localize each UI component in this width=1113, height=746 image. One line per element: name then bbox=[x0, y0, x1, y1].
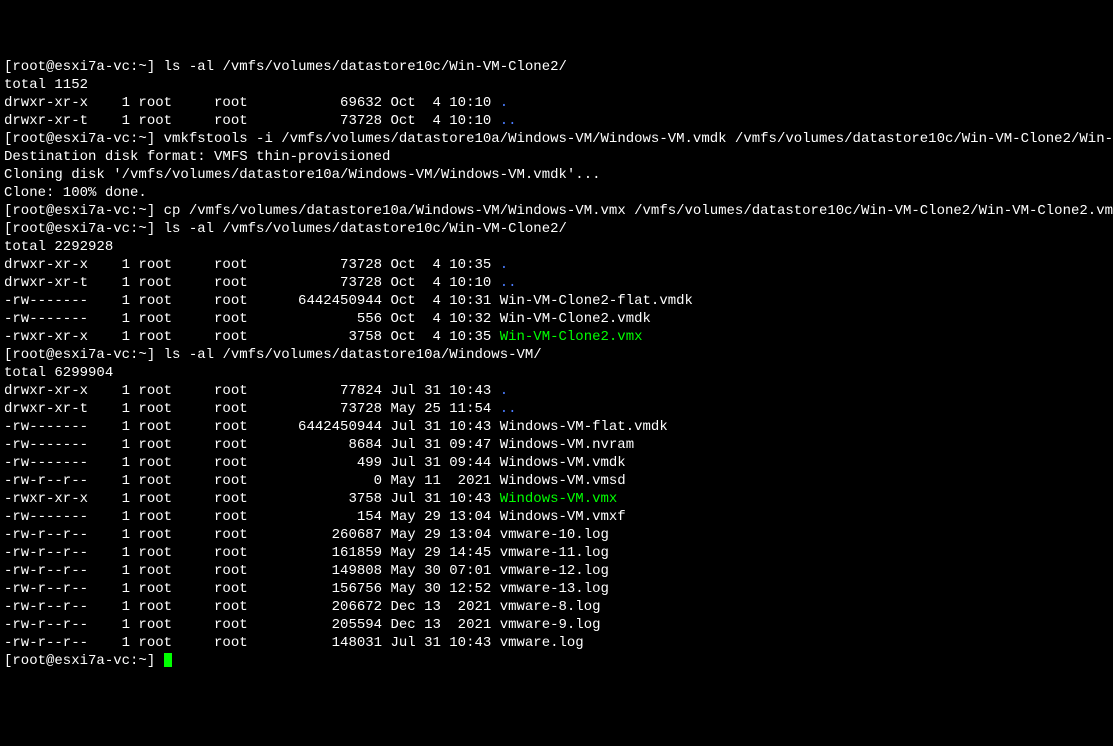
ls-windows-vm-row-6: -rwxr-xr-x 1 root root 3758 Jul 31 10:43… bbox=[4, 490, 1109, 508]
cursor bbox=[164, 653, 172, 667]
file-name: Win-VM-Clone2-flat.vmdk bbox=[500, 293, 693, 309]
file-name: Windows-VM.vmsd bbox=[500, 473, 626, 489]
total-line: total 6299904 bbox=[4, 364, 1109, 382]
shell-prompt: [root@esxi7a-vc:~] bbox=[4, 131, 155, 147]
file-name: vmware-9.log bbox=[500, 617, 601, 633]
ls-clone2-full-row-0: drwxr-xr-x 1 root root 73728 Oct 4 10:35… bbox=[4, 256, 1109, 274]
cmd-ls-clone2-empty: [root@esxi7a-vc:~] ls -al /vmfs/volumes/… bbox=[4, 58, 1109, 76]
file-name: .. bbox=[500, 275, 517, 291]
cmd-vmkfstools: [root@esxi7a-vc:~] vmkfstools -i /vmfs/v… bbox=[4, 130, 1109, 148]
shell-prompt: [root@esxi7a-vc:~] bbox=[4, 221, 155, 237]
file-name: . bbox=[500, 257, 508, 273]
ls-windows-vm-row-5: -rw-r--r-- 1 root root 0 May 11 2021 Win… bbox=[4, 472, 1109, 490]
ls-windows-vm-row-8: -rw-r--r-- 1 root root 260687 May 29 13:… bbox=[4, 526, 1109, 544]
shell-prompt-active[interactable]: [root@esxi7a-vc:~] bbox=[4, 652, 1109, 670]
file-name: vmware-11.log bbox=[500, 545, 609, 561]
ls-windows-vm-row-3: -rw------- 1 root root 8684 Jul 31 09:47… bbox=[4, 436, 1109, 454]
shell-prompt: [root@esxi7a-vc:~] bbox=[4, 653, 155, 669]
ls-windows-vm-row-11: -rw-r--r-- 1 root root 156756 May 30 12:… bbox=[4, 580, 1109, 598]
ls-windows-vm-row-9: -rw-r--r-- 1 root root 161859 May 29 14:… bbox=[4, 544, 1109, 562]
ls-clone2-full-row-4: -rwxr-xr-x 1 root root 3758 Oct 4 10:35 … bbox=[4, 328, 1109, 346]
ls-windows-vm-row-4: -rw------- 1 root root 499 Jul 31 09:44 … bbox=[4, 454, 1109, 472]
total-line: total 2292928 bbox=[4, 238, 1109, 256]
ls-windows-vm-row-0: drwxr-xr-x 1 root root 77824 Jul 31 10:4… bbox=[4, 382, 1109, 400]
file-name: . bbox=[500, 383, 508, 399]
ls-clone2-full-row-1: drwxr-xr-t 1 root root 73728 Oct 4 10:10… bbox=[4, 274, 1109, 292]
ls-windows-vm-row-13: -rw-r--r-- 1 root root 205594 Dec 13 202… bbox=[4, 616, 1109, 634]
ls-clone2-empty-row-1: drwxr-xr-t 1 root root 73728 Oct 4 10:10… bbox=[4, 112, 1109, 130]
ls-clone2-full-row-3: -rw------- 1 root root 556 Oct 4 10:32 W… bbox=[4, 310, 1109, 328]
file-name: Windows-VM.vmxf bbox=[500, 509, 626, 525]
shell-command: cp /vmfs/volumes/datastore10a/Windows-VM… bbox=[164, 203, 1113, 219]
file-name: .. bbox=[500, 401, 517, 417]
ls-windows-vm-row-12: -rw-r--r-- 1 root root 206672 Dec 13 202… bbox=[4, 598, 1109, 616]
ls-windows-vm-row-10: -rw-r--r-- 1 root root 149808 May 30 07:… bbox=[4, 562, 1109, 580]
file-name: Windows-VM-flat.vmdk bbox=[500, 419, 668, 435]
file-name: Windows-VM.nvram bbox=[500, 437, 634, 453]
ls-windows-vm-row-7: -rw------- 1 root root 154 May 29 13:04 … bbox=[4, 508, 1109, 526]
file-name: vmware-8.log bbox=[500, 599, 601, 615]
terminal-output[interactable]: [root@esxi7a-vc:~] ls -al /vmfs/volumes/… bbox=[4, 58, 1109, 670]
file-name: Win-VM-Clone2.vmx bbox=[500, 329, 643, 345]
ls-clone2-full-row-2: -rw------- 1 root root 6442450944 Oct 4 … bbox=[4, 292, 1109, 310]
shell-command: vmkfstools -i /vmfs/volumes/datastore10a… bbox=[164, 131, 1113, 147]
file-name: Windows-VM.vmx bbox=[500, 491, 618, 507]
shell-command: ls -al /vmfs/volumes/datastore10c/Win-VM… bbox=[164, 59, 567, 75]
ls-windows-vm-row-2: -rw------- 1 root root 6442450944 Jul 31… bbox=[4, 418, 1109, 436]
output-cloning: Cloning disk '/vmfs/volumes/datastore10a… bbox=[4, 166, 1109, 184]
file-name: vmware-10.log bbox=[500, 527, 609, 543]
ls-windows-vm-row-14: -rw-r--r-- 1 root root 148031 Jul 31 10:… bbox=[4, 634, 1109, 652]
shell-command: ls -al /vmfs/volumes/datastore10c/Win-VM… bbox=[164, 221, 567, 237]
file-name: Windows-VM.vmdk bbox=[500, 455, 626, 471]
shell-prompt: [root@esxi7a-vc:~] bbox=[4, 347, 155, 363]
ls-clone2-empty-row-0: drwxr-xr-x 1 root root 69632 Oct 4 10:10… bbox=[4, 94, 1109, 112]
file-name: vmware-13.log bbox=[500, 581, 609, 597]
shell-command: ls -al /vmfs/volumes/datastore10a/Window… bbox=[164, 347, 542, 363]
cmd-ls-windows-vm: [root@esxi7a-vc:~] ls -al /vmfs/volumes/… bbox=[4, 346, 1109, 364]
cmd-ls-clone2-full: [root@esxi7a-vc:~] ls -al /vmfs/volumes/… bbox=[4, 220, 1109, 238]
ls-windows-vm-row-1: drwxr-xr-t 1 root root 73728 May 25 11:5… bbox=[4, 400, 1109, 418]
shell-prompt: [root@esxi7a-vc:~] bbox=[4, 59, 155, 75]
total-line: total 1152 bbox=[4, 76, 1109, 94]
output-clone-done: Clone: 100% done. bbox=[4, 184, 1109, 202]
shell-prompt: [root@esxi7a-vc:~] bbox=[4, 203, 155, 219]
file-name: Win-VM-Clone2.vmdk bbox=[500, 311, 651, 327]
output-dest-format: Destination disk format: VMFS thin-provi… bbox=[4, 148, 1109, 166]
file-name: .. bbox=[500, 113, 517, 129]
file-name: . bbox=[500, 95, 508, 111]
file-name: vmware-12.log bbox=[500, 563, 609, 579]
cmd-cp-vmx: [root@esxi7a-vc:~] cp /vmfs/volumes/data… bbox=[4, 202, 1109, 220]
